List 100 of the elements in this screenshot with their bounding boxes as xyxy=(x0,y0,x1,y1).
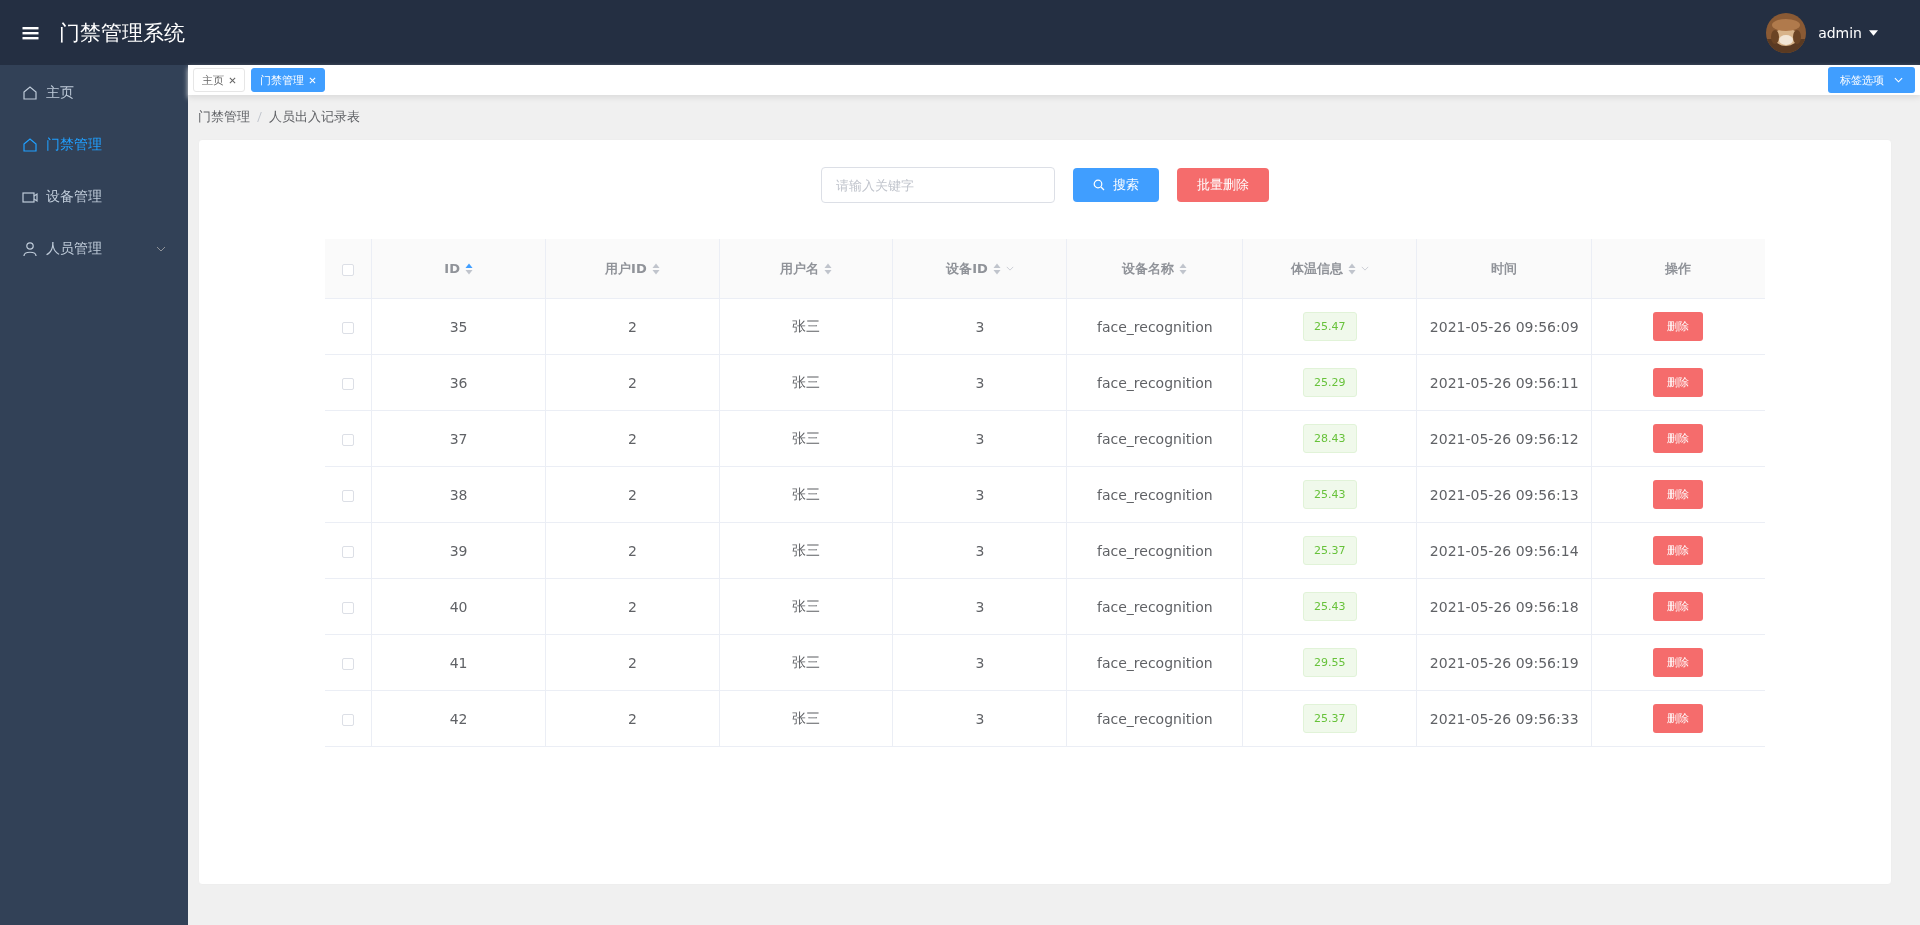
table-cell: 2 xyxy=(627,598,637,615)
camera-icon xyxy=(22,189,38,205)
sort-icon[interactable] xyxy=(1347,262,1356,275)
column-header: ID xyxy=(444,261,460,276)
tab[interactable]: 主页 xyxy=(193,68,245,92)
sidebar-item[interactable]: 门禁管理 xyxy=(0,119,188,171)
table-cell: 35 xyxy=(449,318,468,335)
sort-icon[interactable] xyxy=(464,262,473,275)
table-cell: 2 xyxy=(627,318,637,335)
temperature-tag: 25.43 xyxy=(1303,592,1357,621)
row-checkbox[interactable] xyxy=(342,489,355,502)
column-header: 设备名称 xyxy=(1122,259,1175,278)
row-checkbox[interactable] xyxy=(342,377,355,390)
home-icon xyxy=(22,137,38,153)
breadcrumb-current: 人员出入记录表 xyxy=(269,108,360,126)
table-cell: 张三 xyxy=(792,597,821,614)
row-checkbox[interactable] xyxy=(342,713,355,726)
table-cell: face_recognition xyxy=(1097,430,1213,447)
tab[interactable]: 门禁管理 xyxy=(251,68,325,92)
table-cell: face_recognition xyxy=(1097,374,1213,391)
table-cell: 张三 xyxy=(792,653,821,670)
menu-icon[interactable] xyxy=(22,25,39,40)
column-header: 体温信息 xyxy=(1290,259,1343,278)
app-title: 门禁管理系统 xyxy=(59,19,185,47)
table-cell: 38 xyxy=(449,486,468,503)
filter-icon[interactable] xyxy=(1005,266,1014,271)
table-cell: 37 xyxy=(449,430,468,447)
search-field[interactable]: 请输入关键字 xyxy=(821,167,1055,203)
user-icon xyxy=(22,241,38,257)
batch-delete-button[interactable]: 批量删除 xyxy=(1177,168,1269,202)
table-cell: 2 xyxy=(627,486,637,503)
table-cell: 3 xyxy=(975,542,985,559)
table-cell: 2 xyxy=(627,654,637,671)
delete-button[interactable]: 删除 xyxy=(1653,704,1704,733)
column-header: 操作 xyxy=(1665,259,1692,278)
delete-button[interactable]: 删除 xyxy=(1653,424,1704,453)
sidebar-item[interactable]: 人员管理 xyxy=(0,223,188,275)
table-cell: 3 xyxy=(975,486,985,503)
filter-icon[interactable] xyxy=(1360,266,1369,271)
table-cell: 张三 xyxy=(792,541,821,558)
table-cell: 2021-05-26 09:56:11 xyxy=(1429,374,1579,391)
row-checkbox[interactable] xyxy=(342,657,355,670)
delete-button[interactable]: 删除 xyxy=(1653,480,1704,509)
row-checkbox[interactable] xyxy=(342,545,355,558)
table-cell: face_recognition xyxy=(1097,654,1213,671)
delete-button[interactable]: 删除 xyxy=(1653,312,1704,341)
select-all-checkbox[interactable] xyxy=(342,263,355,276)
sidebar-item[interactable]: 设备管理 xyxy=(0,171,188,223)
temperature-tag: 25.37 xyxy=(1303,536,1357,565)
temperature-tag: 28.43 xyxy=(1303,424,1357,453)
table-cell: 41 xyxy=(449,654,468,671)
table-cell: 2021-05-26 09:56:33 xyxy=(1429,710,1579,727)
column-header: 设备ID xyxy=(946,259,988,278)
temperature-tag: 25.43 xyxy=(1303,480,1357,509)
table-cell: 2 xyxy=(627,542,637,559)
column-header: 用户名 xyxy=(780,259,820,278)
delete-button[interactable]: 删除 xyxy=(1653,368,1704,397)
tab-options-button[interactable]: 标签选项 xyxy=(1828,67,1915,93)
table-cell: face_recognition xyxy=(1097,486,1213,503)
table-cell: 张三 xyxy=(792,485,821,502)
table-cell: 3 xyxy=(975,710,985,727)
table-cell: 2021-05-26 09:56:12 xyxy=(1429,430,1579,447)
table-cell: 张三 xyxy=(792,429,821,446)
table-cell: 3 xyxy=(975,318,985,335)
column-header: 用户ID xyxy=(605,259,647,278)
search-button[interactable]: 搜索 xyxy=(1073,168,1159,202)
chevron-icon xyxy=(1894,77,1903,83)
sort-icon[interactable] xyxy=(651,262,660,275)
table-cell: 3 xyxy=(975,430,985,447)
delete-button[interactable]: 删除 xyxy=(1653,648,1704,677)
row-checkbox[interactable] xyxy=(342,601,355,614)
table-cell: face_recognition xyxy=(1097,542,1213,559)
table-cell: 张三 xyxy=(792,709,821,726)
delete-button[interactable]: 删除 xyxy=(1653,536,1704,565)
sidebar-item[interactable]: 主页 xyxy=(0,67,188,119)
table-cell: 42 xyxy=(449,710,468,727)
row-checkbox[interactable] xyxy=(342,321,355,334)
sort-icon[interactable] xyxy=(992,262,1001,275)
table-cell: 2021-05-26 09:56:19 xyxy=(1429,654,1579,671)
temperature-tag: 25.29 xyxy=(1303,368,1357,397)
temperature-tag: 29.55 xyxy=(1303,648,1357,677)
sort-icon[interactable] xyxy=(1179,262,1188,275)
breadcrumb-link[interactable]: 门禁管理 xyxy=(198,108,250,126)
close-icon[interactable] xyxy=(229,76,236,84)
row-checkbox[interactable] xyxy=(342,433,355,446)
table-cell: face_recognition xyxy=(1097,710,1213,727)
sort-icon[interactable] xyxy=(824,262,833,275)
table-cell: 2021-05-26 09:56:14 xyxy=(1429,542,1579,559)
column-header: 时间 xyxy=(1491,259,1518,278)
table-cell: 张三 xyxy=(792,317,821,334)
table-cell: 3 xyxy=(975,598,985,615)
table-cell: 40 xyxy=(449,598,468,615)
table-cell: 3 xyxy=(975,374,985,391)
table-cell: 2 xyxy=(627,374,637,391)
user-menu[interactable]: admin xyxy=(1818,24,1862,41)
caret-icon[interactable] xyxy=(1869,29,1878,36)
temperature-tag: 25.37 xyxy=(1303,704,1357,733)
delete-button[interactable]: 删除 xyxy=(1653,592,1704,621)
table-cell: 2 xyxy=(627,710,637,727)
table-cell: 3 xyxy=(975,654,985,671)
